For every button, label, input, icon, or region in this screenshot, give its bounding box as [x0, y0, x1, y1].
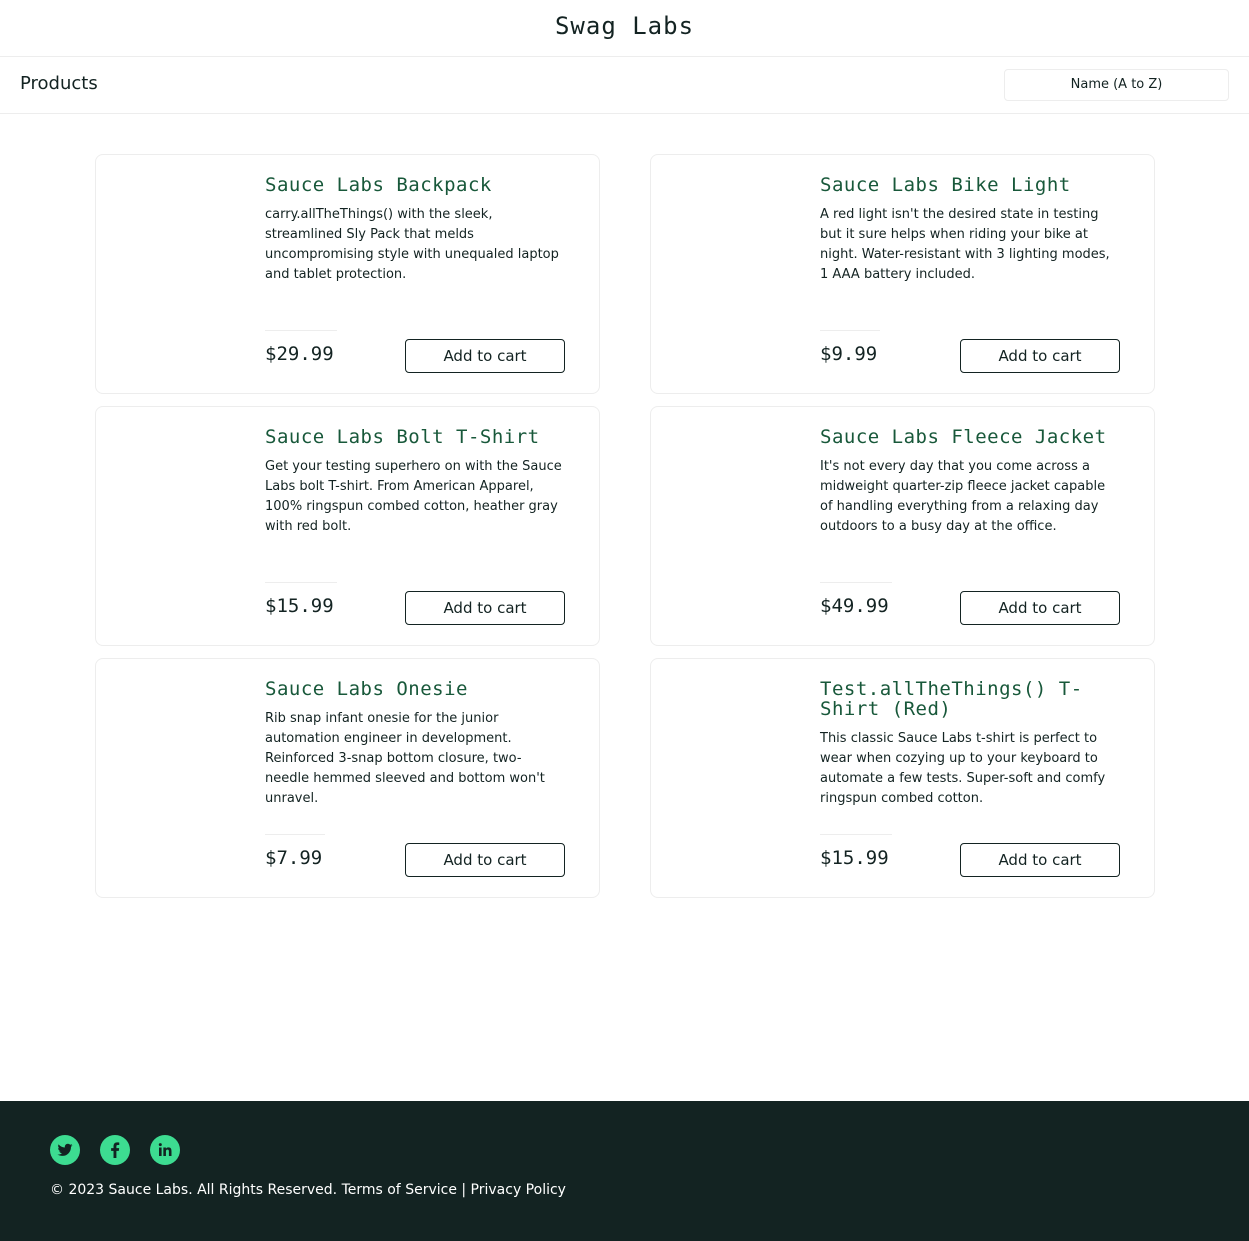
- inventory-item: Sauce Labs Bolt T-Shirt Get your testing…: [95, 406, 600, 646]
- facebook-icon[interactable]: [100, 1135, 130, 1165]
- product-image[interactable]: [651, 155, 801, 393]
- inventory-item: Sauce Labs Onesie Rib snap infant onesie…: [95, 658, 600, 898]
- product-description: A red light isn't the desired state in t…: [820, 207, 1110, 282]
- top-bar: Swag Labs: [0, 0, 1249, 57]
- inventory-item: Sauce Labs Bike Light A red light isn't …: [650, 154, 1155, 394]
- inventory-item: Test.allTheThings() T-Shirt (Red) This c…: [650, 658, 1155, 898]
- price-divider: [820, 582, 892, 583]
- product-name-link[interactable]: Sauce Labs Backpack: [265, 175, 565, 195]
- product-name-link[interactable]: Sauce Labs Bike Light: [820, 175, 1120, 195]
- sort-dropdown[interactable]: Name (A to Z): [1004, 69, 1229, 101]
- twitter-icon[interactable]: [50, 1135, 80, 1165]
- product-price: $15.99: [820, 847, 889, 869]
- product-description: Rib snap infant onesie for the junior au…: [265, 711, 545, 806]
- product-price: $7.99: [265, 847, 323, 869]
- inventory-item: Sauce Labs Backpack carry.allTheThings()…: [95, 154, 600, 394]
- product-image[interactable]: [96, 155, 246, 393]
- product-image[interactable]: [96, 659, 246, 897]
- price-divider: [265, 582, 337, 583]
- product-description: carry.allTheThings() with the sleek, str…: [265, 207, 559, 282]
- product-description: It's not every day that you come across …: [820, 459, 1106, 534]
- page-title: Products: [20, 73, 98, 94]
- add-to-cart-button[interactable]: Add to cart: [405, 591, 565, 625]
- price-divider: [265, 834, 325, 835]
- price-divider: [265, 330, 337, 331]
- product-price: $29.99: [265, 343, 334, 365]
- product-image[interactable]: [96, 407, 246, 645]
- product-image[interactable]: [651, 407, 801, 645]
- add-to-cart-button[interactable]: Add to cart: [960, 843, 1120, 877]
- add-to-cart-button[interactable]: Add to cart: [405, 843, 565, 877]
- product-description: Get your testing superhero on with the S…: [265, 459, 562, 534]
- product-name-link[interactable]: Test.allTheThings() T-Shirt (Red): [820, 679, 1110, 719]
- app-logo: Swag Labs: [554, 12, 695, 40]
- product-name-link[interactable]: Sauce Labs Fleece Jacket: [820, 427, 1120, 447]
- product-price: $15.99: [265, 595, 334, 617]
- product-name-link[interactable]: Sauce Labs Onesie: [265, 679, 565, 699]
- product-price: $9.99: [820, 343, 878, 365]
- add-to-cart-button[interactable]: Add to cart: [960, 591, 1120, 625]
- price-divider: [820, 330, 880, 331]
- price-divider: [820, 834, 892, 835]
- add-to-cart-button[interactable]: Add to cart: [405, 339, 565, 373]
- footer: © 2023 Sauce Labs. All Rights Reserved. …: [0, 1101, 1249, 1241]
- footer-copyright: © 2023 Sauce Labs. All Rights Reserved. …: [50, 1182, 566, 1198]
- sub-header: Products Name (A to Z): [0, 57, 1249, 114]
- product-image[interactable]: [651, 659, 801, 897]
- product-price: $49.99: [820, 595, 889, 617]
- linkedin-icon[interactable]: [150, 1135, 180, 1165]
- inventory-item: Sauce Labs Fleece Jacket It's not every …: [650, 406, 1155, 646]
- add-to-cart-button[interactable]: Add to cart: [960, 339, 1120, 373]
- product-description: This classic Sauce Labs t-shirt is perfe…: [820, 731, 1106, 806]
- product-name-link[interactable]: Sauce Labs Bolt T-Shirt: [265, 427, 565, 447]
